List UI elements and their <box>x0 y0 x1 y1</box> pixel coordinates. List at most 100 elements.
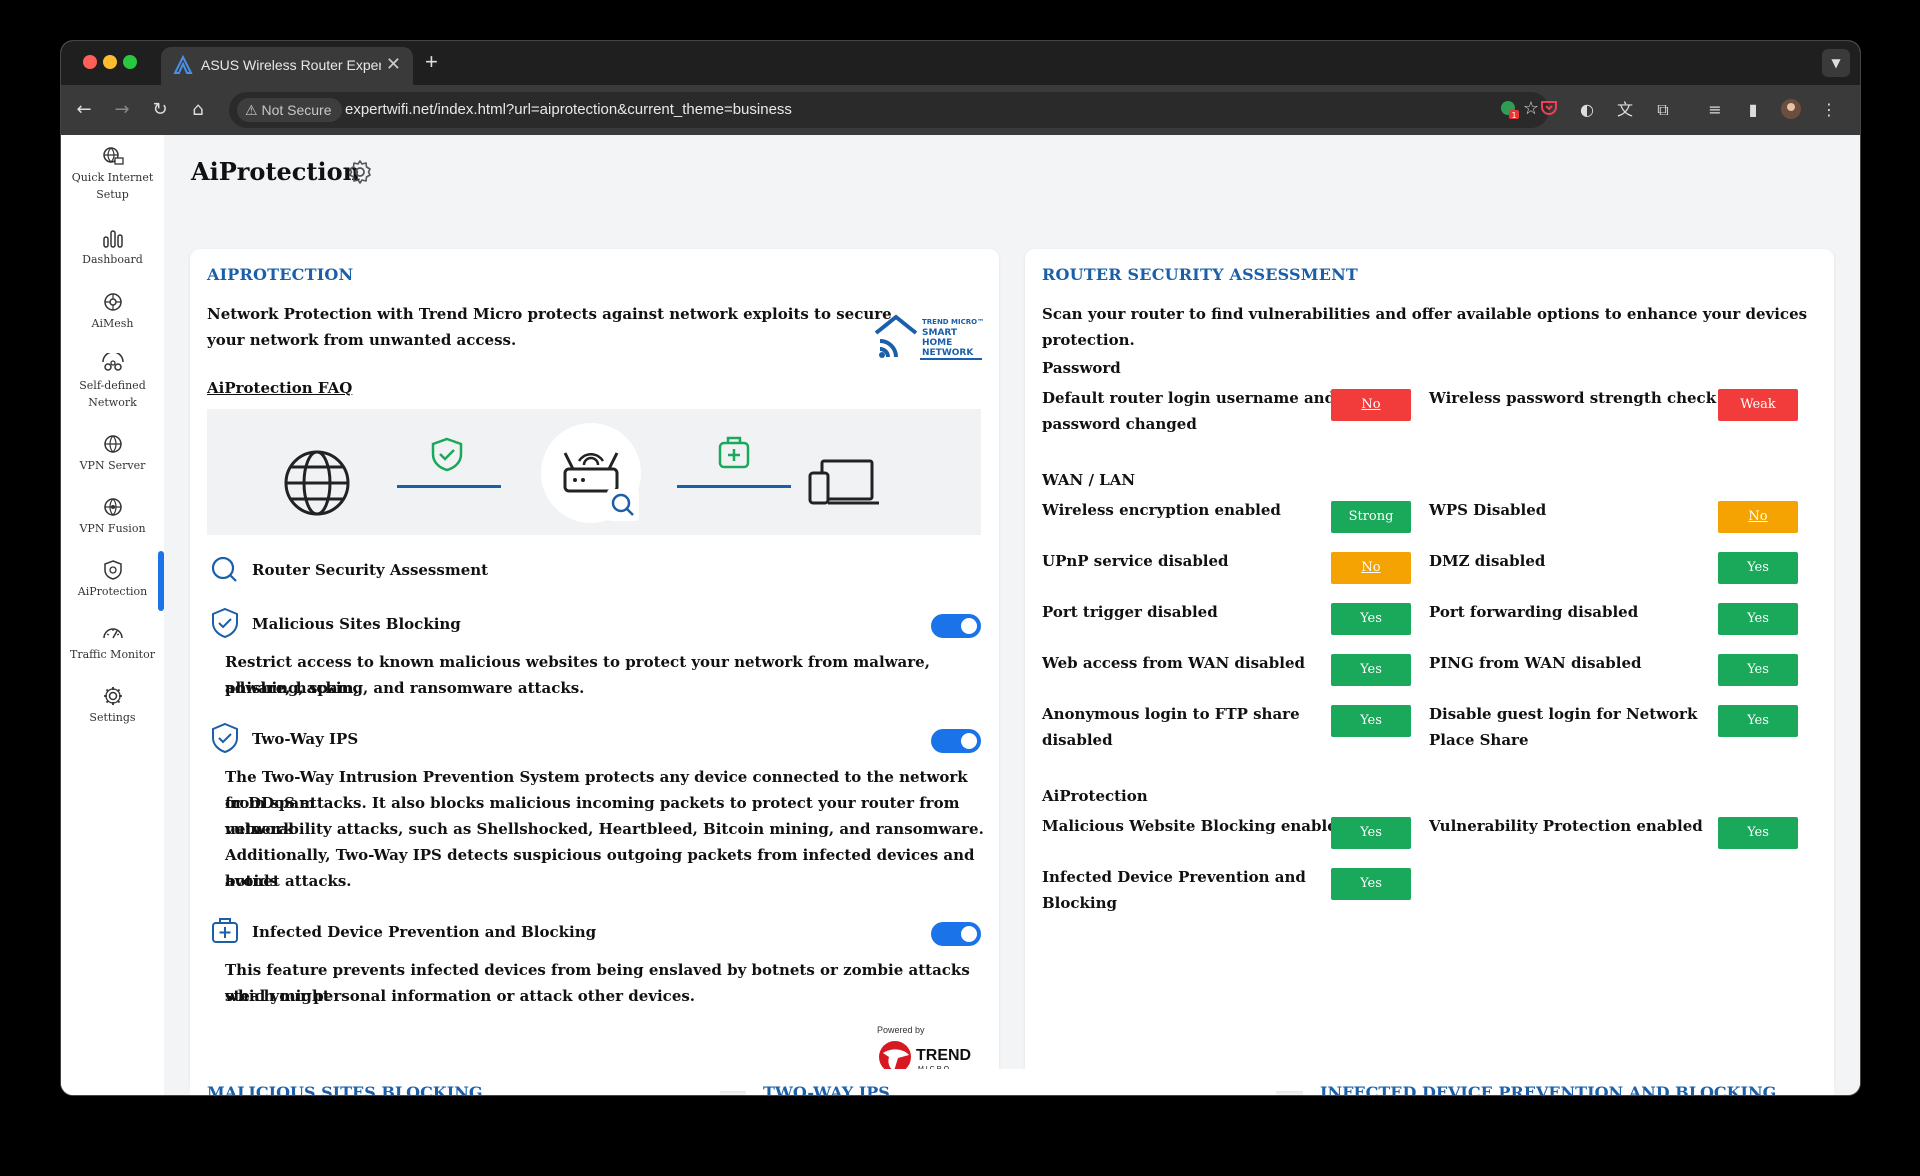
sidebar-item-vpn-fusion[interactable]: VPN Fusion <box>61 496 164 537</box>
profile-avatar-icon[interactable] <box>1779 98 1803 122</box>
wireless-encryption-badge: Strong <box>1331 501 1411 533</box>
logo-line: NETWORK <box>922 348 974 358</box>
new-tab-button[interactable]: + <box>425 49 438 75</box>
feature-desc-line: steal your personal information or attac… <box>225 987 696 1005</box>
check-upnp: UPnP service disabled <box>1042 552 1229 570</box>
extension-badge: 1 <box>1511 111 1516 120</box>
reload-icon[interactable]: ↻ <box>147 97 173 123</box>
bottom-card-title: INFECTED DEVICE PREVENTION AND BLOCKING <box>1320 1083 1777 1095</box>
not-secure-chip[interactable]: ⚠ Not Secure <box>237 98 342 122</box>
sidebar-item-label: Quick Internet Setup <box>71 171 154 201</box>
router-security-assessment-link[interactable]: Router Security Assessment <box>252 561 488 579</box>
medkit-icon <box>718 436 750 469</box>
shield-icon <box>103 560 122 580</box>
feature-desc-line: botnet attacks. <box>225 872 352 890</box>
check-malicious-website: Malicious Website Blocking enabled <box>1042 817 1348 835</box>
network-icon <box>101 353 124 371</box>
side-panel-icon[interactable]: ▮ <box>1741 98 1765 122</box>
home-icon[interactable]: ⌂ <box>185 97 211 123</box>
minimize-window-button[interactable] <box>103 55 117 69</box>
port-trigger-badge: Yes <box>1331 603 1411 635</box>
shield-check-icon <box>212 722 238 754</box>
check-ping-wan: PING from WAN disabled <box>1429 654 1642 672</box>
mesh-icon <box>103 293 122 311</box>
sidebar-item-label: Dashboard <box>82 253 143 266</box>
two-way-ips-toggle[interactable] <box>931 729 981 753</box>
browser-window: ASUS Wireless Router Exper ✕ + ▼ ← → ↻ ⌂… <box>61 41 1860 1095</box>
maximize-window-button[interactable] <box>123 55 137 69</box>
sidebar-item-label: Traffic Monitor <box>70 648 155 661</box>
translate-icon[interactable]: 文 <box>1613 98 1637 122</box>
infected-device-badge: Yes <box>1331 868 1411 900</box>
privacy-extension-icon[interactable]: ◐ <box>1575 98 1599 122</box>
check-infected-device-line2: Blocking <box>1042 894 1117 912</box>
feature-desc-line: adware, hacking, and ransomware attacks. <box>225 679 585 697</box>
check-infected-device: Infected Device Prevention and <box>1042 868 1306 886</box>
aiprotection-faq-link[interactable]: AiProtection FAQ <box>207 379 352 397</box>
address-bar[interactable]: ⚠ Not Secure expertwifi.net/index.html?u… <box>229 92 1549 128</box>
upnp-status-badge[interactable]: No <box>1331 552 1411 584</box>
default-login-status-badge[interactable]: No <box>1331 389 1411 421</box>
reading-list-icon[interactable]: ≡ <box>1703 98 1727 122</box>
sidebar-item-self-defined-network[interactable]: Self-defined Network <box>61 353 164 411</box>
check-vulnerability-protection: Vulnerability Protection enabled <box>1429 817 1703 835</box>
protection-illustration <box>207 409 981 535</box>
check-web-access-wan: Web access from WAN disabled <box>1042 654 1305 672</box>
page-title: AiProtection <box>191 157 361 186</box>
globe-setup-icon <box>102 147 124 165</box>
check-port-trigger: Port trigger disabled <box>1042 603 1218 621</box>
wps-status-badge[interactable]: No <box>1718 501 1798 533</box>
malicious-website-badge: Yes <box>1331 817 1411 849</box>
tab-search-chevron-icon[interactable]: ▼ <box>1822 49 1850 77</box>
assessment-intro: Scan your router to find vulnerabilities… <box>1042 305 1808 349</box>
asus-favicon-icon <box>173 55 193 74</box>
close-window-button[interactable] <box>83 55 97 69</box>
trend-name: TREND <box>916 1047 971 1064</box>
sidebar-item-label: VPN Server <box>79 459 146 472</box>
speedometer-icon <box>102 628 123 639</box>
sidebar-item-quick-internet-setup[interactable]: Quick Internet Setup <box>61 145 164 203</box>
medkit-icon <box>212 918 238 943</box>
check-default-login-line2: password changed <box>1042 415 1197 433</box>
check-wireless-encryption: Wireless encryption enabled <box>1042 501 1281 519</box>
pocket-icon[interactable] <box>1537 98 1561 122</box>
globe-icon <box>284 450 350 516</box>
url-text[interactable]: expertwifi.net/index.html?url=aiprotecti… <box>345 101 792 118</box>
extensions-puzzle-icon[interactable]: ⧉ <box>1651 98 1675 122</box>
sidebar: Quick Internet Setup Dashboard AiMesh Se… <box>61 135 164 1095</box>
browser-toolbar: ← → ↻ ⌂ ⚠ Not Secure expertwifi.net/inde… <box>61 85 1860 135</box>
sidebar-item-aiprotection[interactable]: AiProtection <box>61 559 164 600</box>
sidebar-item-dashboard[interactable]: Dashboard <box>61 227 164 268</box>
sidebar-item-vpn-server[interactable]: VPN Server <box>61 433 164 474</box>
check-default-login: Default router login username and <box>1042 389 1336 407</box>
web-access-wan-badge: Yes <box>1331 654 1411 686</box>
sidebar-item-settings[interactable]: Settings <box>61 685 164 726</box>
page-content: Quick Internet Setup Dashboard AiMesh Se… <box>61 135 1860 1095</box>
aiprotection-heading: AIPROTECTION <box>207 265 354 284</box>
back-arrow-icon[interactable]: ← <box>71 97 97 123</box>
sidebar-item-aimesh[interactable]: AiMesh <box>61 291 164 332</box>
malicious-sites-toggle[interactable] <box>931 614 981 638</box>
forward-arrow-icon[interactable]: → <box>109 97 135 123</box>
check-guest-login-line2: Place Share <box>1429 731 1529 749</box>
check-dmz: DMZ disabled <box>1429 552 1546 570</box>
tab-close-icon[interactable]: ✕ <box>386 54 401 75</box>
infected-device-toggle[interactable] <box>931 922 981 946</box>
malicious-sites-card: MALICIOUS SITES BLOCKING <box>190 1069 720 1095</box>
settings-gear-icon[interactable] <box>347 159 373 185</box>
assessment-heading: ROUTER SECURITY ASSESSMENT <box>1042 265 1359 284</box>
extension-grammar-icon[interactable]: 1 <box>1497 98 1521 122</box>
two-way-ips-card: TWO-WAY IPS <box>746 1069 1276 1095</box>
browser-tab[interactable]: ASUS Wireless Router Exper ✕ <box>161 47 413 85</box>
check-guest-login: Disable guest login for Network <box>1429 705 1698 723</box>
bar-chart-icon <box>102 230 123 248</box>
browser-menu-icon[interactable]: ⋮ <box>1817 98 1841 122</box>
sidebar-item-label: Self-defined Network <box>79 379 146 409</box>
sidebar-item-traffic-monitor[interactable]: Traffic Monitor <box>61 622 164 663</box>
check-port-forwarding: Port forwarding disabled <box>1429 603 1639 621</box>
section-password: Password <box>1042 359 1121 377</box>
not-secure-label: Not Secure <box>261 102 332 118</box>
smart-home-network-logo: TREND MICRO™ SMART HOME NETWORK <box>874 314 984 360</box>
logo-line: TREND MICRO™ <box>922 318 984 326</box>
check-anonymous-ftp-line2: disabled <box>1042 731 1113 749</box>
